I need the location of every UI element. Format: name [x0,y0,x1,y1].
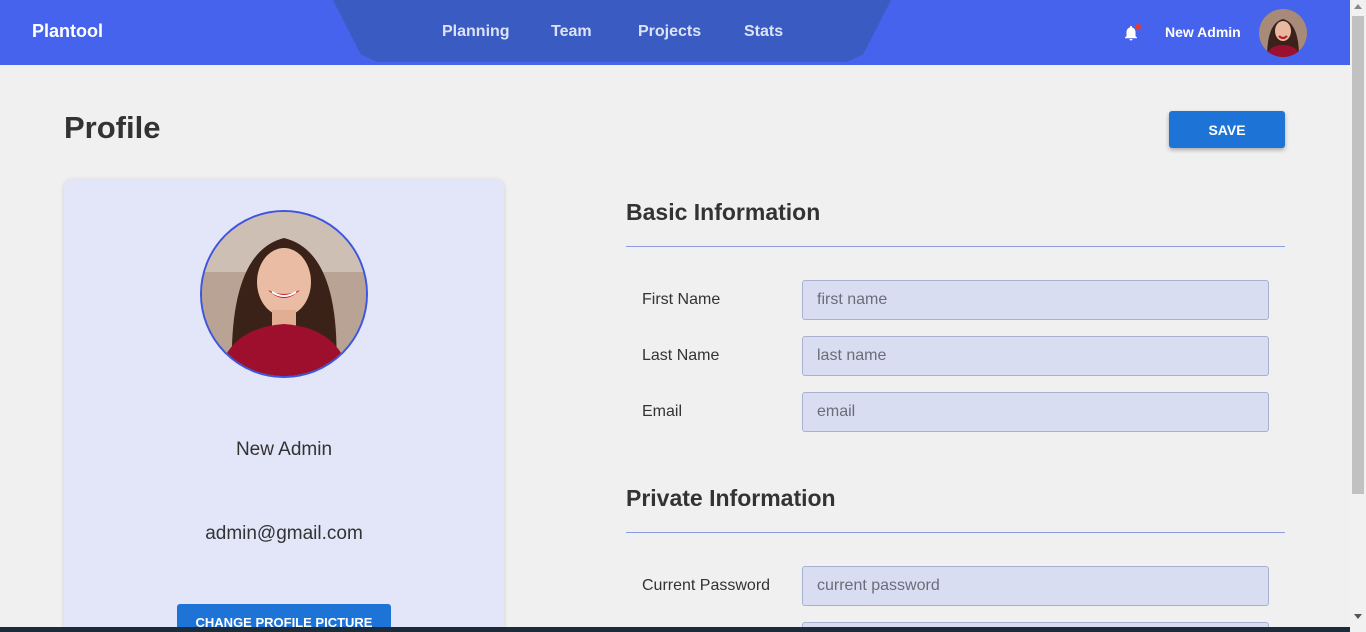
current-password-field[interactable] [802,566,1269,606]
private-info-divider [626,532,1285,533]
first-name-field[interactable] [802,280,1269,320]
scroll-up-arrow-icon[interactable] [1354,4,1362,9]
nav-link-projects[interactable]: Projects [638,23,701,41]
brand-logo[interactable]: Plantool [32,21,103,42]
navbar-avatar[interactable] [1259,9,1307,57]
scroll-down-arrow-icon[interactable] [1354,614,1362,619]
basic-info-divider [626,246,1285,247]
save-button[interactable]: SAVE [1169,111,1285,148]
profile-email: admin@gmail.com [205,523,363,544]
nav-link-planning[interactable]: Planning [442,23,510,41]
private-info-title: Private Information [626,485,836,511]
vertical-scrollbar[interactable] [1350,0,1366,632]
last-name-label: Last Name [642,347,720,364]
profile-name: New Admin [235,439,333,460]
email-label: Email [642,403,683,420]
basic-info-title: Basic Information [626,199,821,225]
profile-card: New Admin admin@gmail.com CHANGE PROFILE… [64,179,504,632]
last-name-field[interactable] [802,336,1269,376]
scroll-thumb[interactable] [1352,16,1364,494]
email-field[interactable] [802,392,1269,432]
os-taskbar [0,627,1350,632]
profile-avatar [200,210,368,378]
current-password-label: Current Password [642,577,771,594]
notification-badge [1135,24,1141,30]
nav-link-stats[interactable]: Stats [744,23,783,41]
page-title: Profile [64,110,161,145]
nav-center-panel [333,0,891,62]
navbar-user-name[interactable]: New Admin [1165,24,1241,40]
nav-link-team[interactable]: Team [551,23,592,41]
top-navbar: Plantool Planning Team Projects Stats Ne… [0,0,1350,65]
first-name-label: First Name [642,291,721,308]
